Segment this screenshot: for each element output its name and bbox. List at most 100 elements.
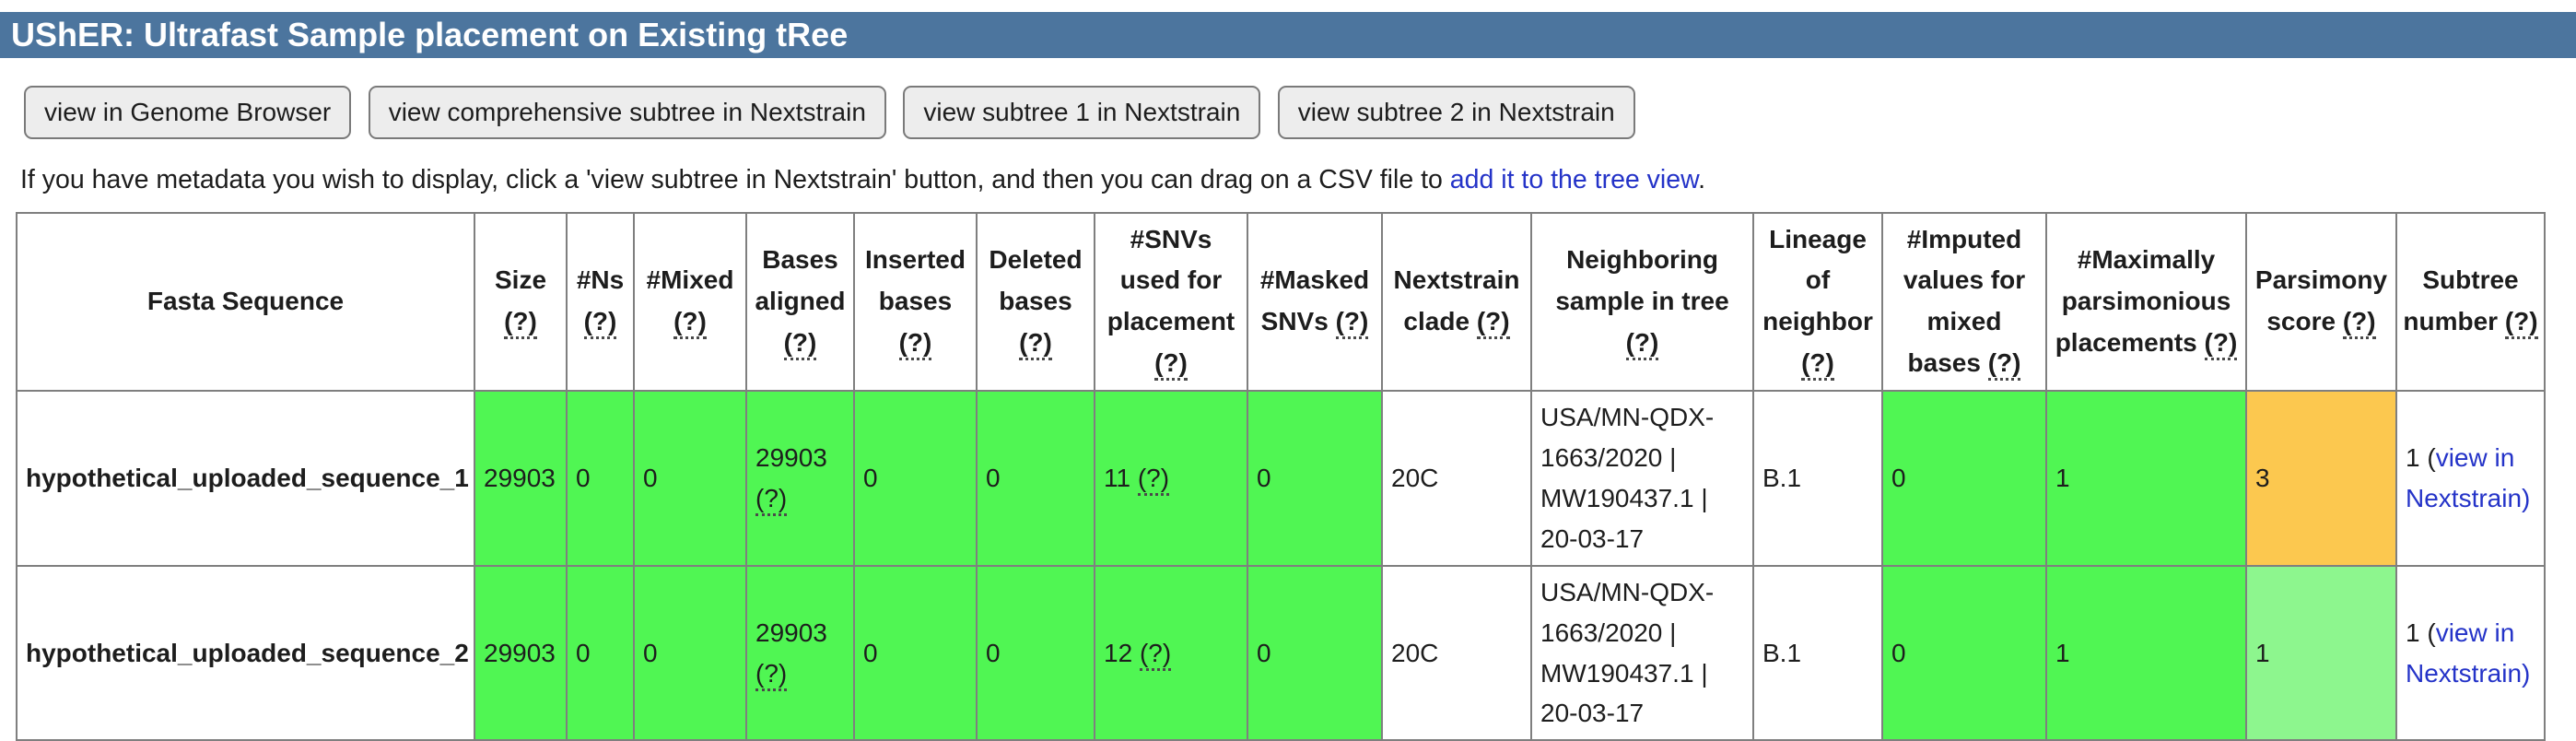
- bases-aligned-cell: 29903 (?): [745, 389, 855, 567]
- help-icon: (?): [1801, 347, 1834, 381]
- col-header-subtree-number: Subtree number (?): [2395, 211, 2546, 392]
- col-label: #Mixed: [646, 265, 734, 295]
- mixed-cell: 0: [633, 389, 747, 567]
- results-table: Fasta Sequence Size (?) #Ns (?) #Mixed (…: [16, 211, 2546, 741]
- nextstrain-clade-cell: 20C: [1381, 389, 1532, 567]
- col-header-imputed-values: #Imputed values for mixed bases (?): [1881, 211, 2047, 392]
- snvs-used-cell: 12 (?): [1094, 564, 1248, 741]
- help-icon: (?): [898, 327, 932, 360]
- col-label: Lineage of neighbor: [1762, 224, 1873, 336]
- help-icon: (?): [1476, 307, 1510, 340]
- col-header-parsimony-score: Parsimony score (?): [2245, 211, 2397, 392]
- fasta-sequence-name: hypothetical_uploaded_sequence_1: [16, 389, 475, 567]
- view-subtree-1-button[interactable]: view subtree 1 in Nextstrain: [903, 86, 1261, 139]
- help-icon: (?): [2204, 327, 2238, 360]
- col-label: Fasta Sequence: [146, 286, 345, 315]
- metadata-note-text: If you have metadata you wish to display…: [20, 164, 1450, 194]
- toolbar: view in Genome Browser view comprehensiv…: [24, 86, 2576, 139]
- subtree-number-prefix: 1 (: [2406, 442, 2436, 472]
- help-icon: (?): [2504, 307, 2538, 340]
- col-label: #Ns: [576, 265, 625, 295]
- help-icon: (?): [1019, 327, 1052, 360]
- col-header-size: Size (?): [474, 211, 568, 392]
- metadata-note-period: .: [1698, 164, 1706, 194]
- col-label: Inserted bases: [865, 244, 966, 315]
- neighboring-sample-cell: USA/MN-QDX-1663/2020 | MW190437.1 | 20-0…: [1530, 389, 1754, 567]
- inserted-bases-cell: 0: [853, 389, 978, 567]
- help-icon: (?): [783, 327, 817, 360]
- help-icon: (?): [1335, 307, 1369, 340]
- col-header-inserted-bases: Inserted bases (?): [853, 211, 978, 392]
- header-row: Fasta Sequence Size (?) #Ns (?) #Mixed (…: [16, 211, 2546, 392]
- col-label: Size: [494, 265, 547, 295]
- bases-aligned-value: 29903: [755, 618, 827, 647]
- size-cell: 29903: [474, 389, 568, 567]
- masked-snvs-cell: 0: [1247, 564, 1383, 741]
- col-label: Bases aligned: [755, 244, 846, 315]
- nextstrain-clade-cell: 20C: [1381, 564, 1532, 741]
- help-icon: (?): [1625, 327, 1659, 360]
- col-label: #SNVs used for placement: [1107, 224, 1235, 336]
- fasta-sequence-name: hypothetical_uploaded_sequence_2: [16, 564, 475, 741]
- neighboring-sample-cell: USA/MN-QDX-1663/2020 | MW190437.1 | 20-0…: [1530, 564, 1754, 741]
- col-header-mixed: #Mixed (?): [633, 211, 747, 392]
- max-parsimonious-cell: 1: [2045, 389, 2247, 567]
- col-header-deleted-bases: Deleted bases (?): [976, 211, 1095, 392]
- bases-aligned-value: 29903: [755, 442, 827, 472]
- col-label: Subtree number: [2403, 265, 2519, 336]
- parsimony-score-cell: 3: [2245, 389, 2397, 567]
- max-parsimonious-cell: 1: [2045, 564, 2247, 741]
- help-icon: (?): [1154, 347, 1188, 381]
- subtree-number-cell: 1 (view in Nextstrain): [2395, 564, 2546, 741]
- ns-cell: 0: [566, 389, 635, 567]
- parsimony-score-cell: 1: [2245, 564, 2397, 741]
- masked-snvs-cell: 0: [1247, 389, 1383, 567]
- ns-cell: 0: [566, 564, 635, 741]
- imputed-values-cell: 0: [1881, 389, 2047, 567]
- snvs-used-value: 12: [1104, 638, 1133, 667]
- lineage-cell: B.1: [1752, 564, 1883, 741]
- inserted-bases-cell: 0: [853, 564, 978, 741]
- help-icon: (?): [673, 307, 707, 340]
- subtree-number-prefix: 1 (: [2406, 618, 2436, 647]
- col-header-ns: #Ns (?): [566, 211, 635, 392]
- add-csv-to-tree-view-link[interactable]: add it to the tree view: [1450, 165, 1698, 194]
- help-icon: (?): [2342, 307, 2376, 340]
- col-header-max-parsimonious: #Maximally parsimonious placements (?): [2045, 211, 2247, 392]
- table-row-sequence-1: hypothetical_uploaded_sequence_1 29903 0…: [16, 389, 2546, 567]
- deleted-bases-cell: 0: [976, 564, 1095, 741]
- help-icon: (?): [583, 307, 617, 340]
- col-label: Neighboring sample in tree: [1555, 244, 1729, 315]
- col-header-fasta-sequence: Fasta Sequence: [16, 211, 475, 392]
- snvs-used-value: 11: [1104, 463, 1131, 492]
- help-icon: (?): [1139, 638, 1172, 671]
- results-table-container: Fasta Sequence Size (?) #Ns (?) #Mixed (…: [16, 211, 2576, 741]
- help-icon: (?): [504, 307, 537, 340]
- col-header-bases-aligned: Bases aligned (?): [745, 211, 855, 392]
- subtree-number-cell: 1 (view in Nextstrain): [2395, 389, 2546, 567]
- col-label: Deleted bases: [989, 244, 1083, 315]
- metadata-note: If you have metadata you wish to display…: [20, 165, 2576, 195]
- col-header-masked-snvs: #Masked SNVs (?): [1247, 211, 1383, 392]
- help-icon: (?): [755, 483, 788, 516]
- snvs-used-cell: 11 (?): [1094, 389, 1248, 567]
- table-row-sequence-2: hypothetical_uploaded_sequence_2 29903 0…: [16, 564, 2546, 741]
- deleted-bases-cell: 0: [976, 389, 1095, 567]
- col-header-lineage-of-neighbor: Lineage of neighbor (?): [1752, 211, 1883, 392]
- subtree-number-suffix: ): [2522, 483, 2531, 512]
- size-cell: 29903: [474, 564, 568, 741]
- col-header-snvs-used: #SNVs used for placement (?): [1094, 211, 1248, 392]
- subtree-number-suffix: ): [2522, 658, 2531, 688]
- lineage-cell: B.1: [1752, 389, 1883, 567]
- mixed-cell: 0: [633, 564, 747, 741]
- help-icon: (?): [1987, 347, 2021, 381]
- help-icon: (?): [1137, 463, 1170, 496]
- view-subtree-2-button[interactable]: view subtree 2 in Nextstrain: [1277, 86, 1635, 139]
- page-title: UShER: Ultrafast Sample placement on Exi…: [11, 16, 849, 53]
- col-header-nextstrain-clade: Nextstrain clade (?): [1381, 211, 1532, 392]
- col-header-neighboring-sample: Neighboring sample in tree (?): [1530, 211, 1754, 392]
- bases-aligned-cell: 29903 (?): [745, 564, 855, 741]
- view-comprehensive-subtree-button[interactable]: view comprehensive subtree in Nextstrain: [368, 86, 886, 139]
- view-in-genome-browser-button[interactable]: view in Genome Browser: [24, 86, 352, 139]
- imputed-values-cell: 0: [1881, 564, 2047, 741]
